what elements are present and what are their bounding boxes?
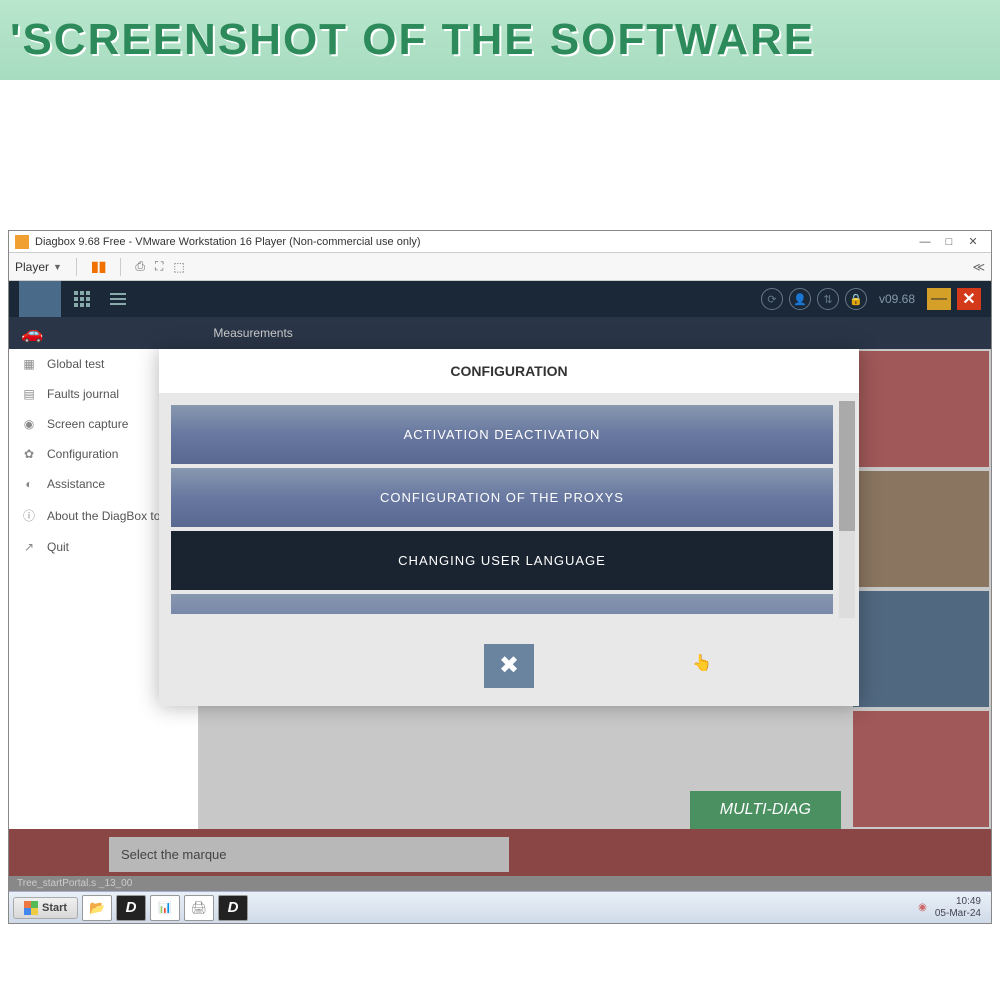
gear-icon: ✿ [21, 447, 37, 461]
window-close-icon[interactable]: ✕ [961, 235, 985, 248]
tray-icon[interactable]: ◉ [918, 902, 927, 913]
user-icon[interactable]: 👤 [789, 288, 811, 310]
pause-icon[interactable]: ▮▮ [91, 258, 106, 275]
taskbar-printer[interactable]: 🖨 [184, 895, 214, 921]
window-minimize-icon[interactable]: — [913, 236, 937, 248]
refresh-icon[interactable]: ⟳ [761, 288, 783, 310]
brand-tile-4[interactable] [853, 711, 989, 827]
journal-icon: ▤ [21, 387, 37, 401]
lock-icon[interactable]: 🔒 [845, 288, 867, 310]
version-label: v09.68 [879, 292, 915, 306]
window-maximize-icon[interactable]: □ [937, 236, 961, 248]
measurements-tab[interactable]: Measurements [213, 326, 292, 340]
system-tray: ◉ 10:49 05-Mar-24 [918, 896, 987, 920]
grid-icon [74, 291, 90, 307]
send-ctrl-alt-del-icon[interactable]: ⎙ [135, 259, 145, 274]
info-icon: ⓘ [21, 507, 37, 524]
clock[interactable]: 10:49 05-Mar-24 [935, 896, 981, 920]
scroll-thumb[interactable] [839, 401, 855, 531]
close-modal-button[interactable]: ✖ [484, 644, 534, 688]
taskbar-diagbox-1[interactable]: D [116, 895, 146, 921]
option-language[interactable]: CHANGING USER LANGUAGE [171, 531, 833, 590]
vm-titlebar: Diagbox 9.68 Free - VMware Workstation 1… [9, 231, 991, 253]
taskbar-explorer[interactable]: 📂 [82, 895, 112, 921]
taskbar: Start 📂 D 📊 🖨 D ◉ 10:49 05-Mar-24 [9, 891, 991, 923]
configuration-modal: CONFIGURATION ACTIVATION DEACTIVATION CO… [159, 349, 859, 706]
status-bar: Tree_startPortal.s _13_00 [9, 876, 991, 891]
app-minimize-button[interactable]: — [927, 288, 951, 310]
app-header: ⟳ 👤 ⇅ 🔒 v09.68 — ✕ [9, 281, 991, 317]
taskbar-app-2[interactable]: 📊 [150, 895, 180, 921]
vm-icon [15, 235, 29, 249]
list-view-button[interactable] [103, 287, 133, 311]
modal-title: CONFIGURATION [159, 349, 859, 393]
app-subheader: 🚗 Measurements [9, 317, 991, 349]
start-button[interactable]: Start [13, 897, 78, 919]
player-menu-button[interactable]: Player▼ [15, 260, 62, 274]
multi-diag-label: MULTI-DIAG [690, 791, 841, 829]
option-partial[interactable] [171, 594, 833, 614]
wifi-icon[interactable]: ⇅ [817, 288, 839, 310]
fullscreen-icon[interactable]: ⛶ [155, 259, 163, 274]
app-close-button[interactable]: ✕ [957, 288, 981, 310]
menu-box[interactable] [19, 281, 61, 317]
unity-icon[interactable]: ⬚ [173, 260, 184, 274]
brand-tiles [851, 349, 991, 829]
expand-icon[interactable]: ≪ [972, 260, 985, 274]
brand-tile-3[interactable] [853, 591, 989, 707]
red-bottom-bar: Select the marque [9, 829, 991, 876]
modal-body: ACTIVATION DEACTIVATION CONFIGURATION OF… [159, 393, 859, 626]
option-proxys[interactable]: CONFIGURATION OF THE PROXYS [171, 468, 833, 527]
marque-select[interactable]: Select the marque [109, 837, 509, 872]
vm-title: Diagbox 9.68 Free - VMware Workstation 1… [35, 236, 421, 248]
vm-toolbar: Player▼ ▮▮ ⎙ ⛶ ⬚ ≪ [9, 253, 991, 281]
brand-tile-2[interactable] [853, 471, 989, 587]
list-icon [110, 293, 126, 305]
brand-tile-1[interactable] [853, 351, 989, 467]
camera-icon: ◉ [21, 417, 37, 431]
vm-window: Diagbox 9.68 Free - VMware Workstation 1… [8, 230, 992, 924]
car-icon[interactable]: 🚗 [21, 323, 43, 344]
test-icon: ▦ [21, 357, 37, 371]
banner: 'SCREENSHOT OF THE SOFTWARE [0, 0, 1000, 80]
modal-footer: ✖ [159, 626, 859, 706]
help-icon: ◐ [21, 477, 37, 491]
taskbar-diagbox-2[interactable]: D [218, 895, 248, 921]
grid-view-button[interactable] [67, 287, 97, 311]
app-body: ▦Global test ▤Faults journal ◉Screen cap… [9, 349, 991, 829]
banner-title: 'SCREENSHOT OF THE SOFTWARE [10, 15, 815, 65]
option-activation[interactable]: ACTIVATION DEACTIVATION [171, 405, 833, 464]
chevron-down-icon: ▼ [53, 262, 62, 272]
windows-icon [24, 901, 38, 915]
scrollbar[interactable] [839, 401, 855, 618]
exit-icon: ↗ [21, 540, 37, 554]
